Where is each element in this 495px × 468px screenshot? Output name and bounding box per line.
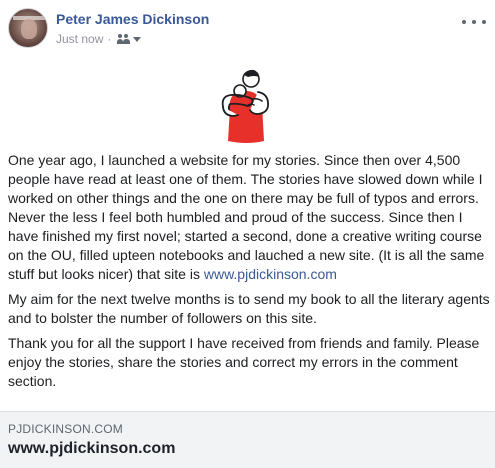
paragraph-1-text: One year ago, I launched a website for m… — [8, 152, 485, 282]
chevron-down-icon[interactable] — [133, 36, 142, 42]
post-meta: Just now · — [56, 32, 142, 46]
post-body: One year ago, I launched a website for m… — [8, 151, 490, 397]
inline-site-link[interactable]: www.pjdickinson.com — [204, 266, 337, 282]
facebook-post: Peter James Dickinson Just now · One yea… — [0, 0, 495, 468]
timestamp[interactable]: Just now — [56, 32, 103, 46]
link-preview-card[interactable]: PJDICKINSON.COM www.pjdickinson.com — [0, 411, 495, 468]
post-paragraph-3: Thank you for all the support I have rec… — [8, 335, 480, 389]
meta-separator: · — [107, 32, 112, 46]
author-avatar[interactable] — [8, 8, 48, 48]
post-paragraph-2: My aim for the next twelve months is to … — [8, 291, 490, 326]
avatar-face — [21, 19, 37, 39]
friends-icon[interactable] — [117, 34, 131, 44]
link-domain: PJDICKINSON.COM — [8, 422, 124, 436]
link-title[interactable]: www.pjdickinson.com — [8, 440, 175, 458]
hug-illustration — [221, 69, 269, 143]
post-header: Peter James Dickinson Just now · — [8, 8, 488, 56]
post-paragraph-1: One year ago, I launched a website for m… — [8, 151, 490, 284]
author-name[interactable]: Peter James Dickinson — [56, 11, 209, 27]
more-options-icon[interactable] — [462, 14, 486, 30]
